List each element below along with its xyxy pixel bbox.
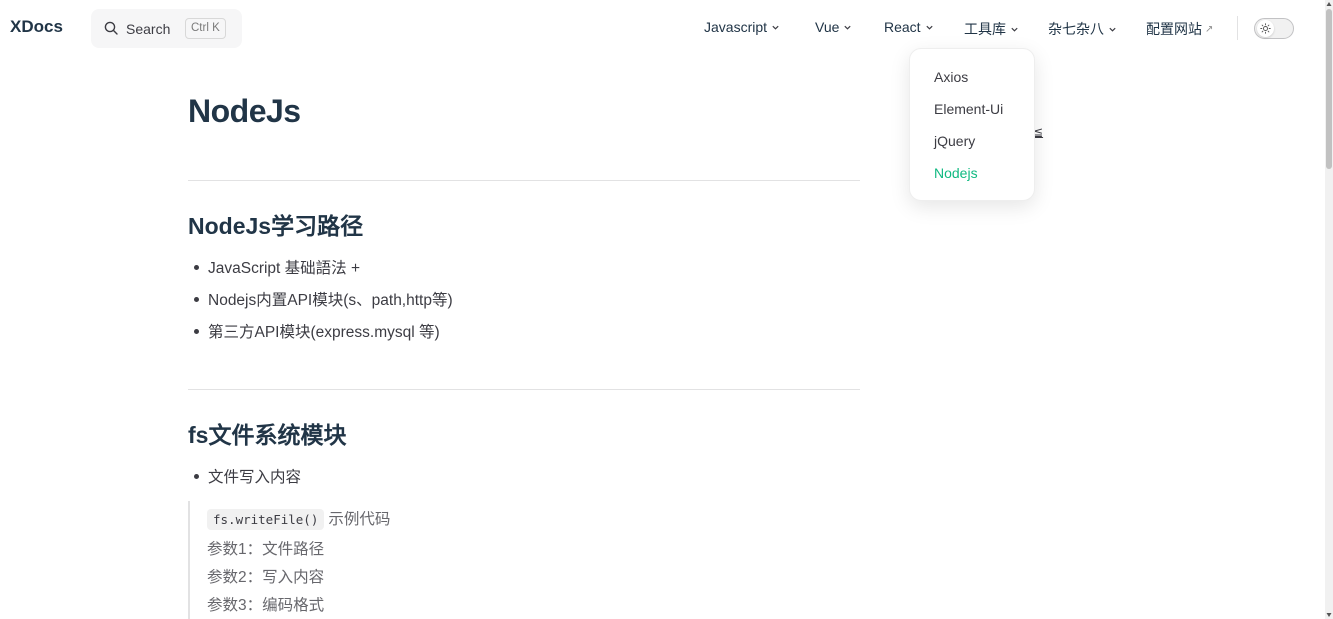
dropdown-item-axios[interactable]: Axios (934, 69, 968, 85)
search-shortcut-badge: Ctrl K (185, 18, 226, 39)
nav-item-javascript[interactable]: Javascript (704, 19, 780, 35)
nav-item-label: React (884, 19, 921, 35)
nav-item-label: 杂七杂八 (1048, 21, 1104, 37)
chevron-down-icon (772, 25, 779, 30)
nav-item-label: Vue (815, 19, 840, 35)
search-label: Search (126, 21, 171, 37)
dropdown-item-jquery[interactable]: jQuery (934, 133, 975, 149)
scrollbar-thumb[interactable] (1326, 9, 1332, 169)
dropdown-item-nodejs[interactable]: Nodejs (934, 165, 978, 181)
theme-toggle[interactable] (1254, 18, 1294, 39)
chevron-down-icon (844, 25, 852, 30)
scroll-down-arrow-icon[interactable] (1326, 612, 1332, 618)
blockquote: fs.writeFile() 示例代码 参数1：文件路径 参数2：写入内容 参数3… (188, 501, 860, 619)
chevron-down-icon (925, 25, 933, 30)
section-heading: NodeJs学习路径 (188, 213, 364, 239)
nav-item-react[interactable]: React (884, 19, 934, 35)
blockquote-code-line: fs.writeFile() 示例代码 (207, 507, 391, 530)
search-button[interactable]: Search Ctrl K (91, 9, 242, 48)
nav-divider (1237, 16, 1238, 40)
section-divider (188, 180, 860, 181)
blockquote-line: 参数1：文件路径 (207, 541, 325, 558)
chevron-down-icon (1109, 27, 1116, 32)
list-item: 第三方API模块(express.mysql 等) (194, 320, 440, 342)
nav-item-misc[interactable]: 杂七杂八 (1048, 19, 1117, 39)
nav-item-vue[interactable]: Vue (815, 19, 852, 35)
code-description: 示例代码 (328, 511, 391, 528)
dropdown-item-element-ui[interactable]: Element-Ui (934, 101, 1003, 117)
blockquote-line: 参数3：编码格式 (207, 597, 325, 614)
list-item: Nodejs内置API模块(s、path,http等) (194, 288, 453, 310)
search-icon (104, 21, 118, 35)
nav-item-tools[interactable]: 工具库 (964, 19, 1019, 39)
top-navbar: XDocs Search Ctrl K Javascript Vue React… (0, 0, 1333, 56)
external-link-icon: ↗ (1205, 23, 1214, 35)
chevron-down-icon (1011, 27, 1018, 32)
list-item: 文件写入内容 (193, 465, 301, 487)
page-scrollbar[interactable] (1325, 0, 1333, 619)
nav-item-label: 配置网站 (1146, 21, 1202, 37)
section-heading: fs文件系统模块 (188, 422, 347, 448)
toggle-knob (1257, 20, 1274, 37)
nav-item-config-site[interactable]: 配置网站 ↗ (1146, 19, 1213, 39)
page-title: NodeJs (188, 93, 301, 129)
tools-dropdown-menu: Axios Element-Ui jQuery Nodejs (909, 48, 1035, 201)
site-logo[interactable]: XDocs (10, 17, 63, 37)
blockquote-line: 参数2：写入内容 (207, 569, 325, 586)
section-divider (188, 389, 860, 390)
list-item: JavaScript 基础語法 + (193, 256, 360, 278)
sun-icon (1260, 23, 1271, 34)
nav-item-label: 工具库 (964, 21, 1006, 37)
nav-item-label: Javascript (704, 19, 768, 35)
scroll-up-arrow-icon[interactable] (1326, 1, 1332, 7)
inline-code: fs.writeFile() (207, 509, 325, 530)
